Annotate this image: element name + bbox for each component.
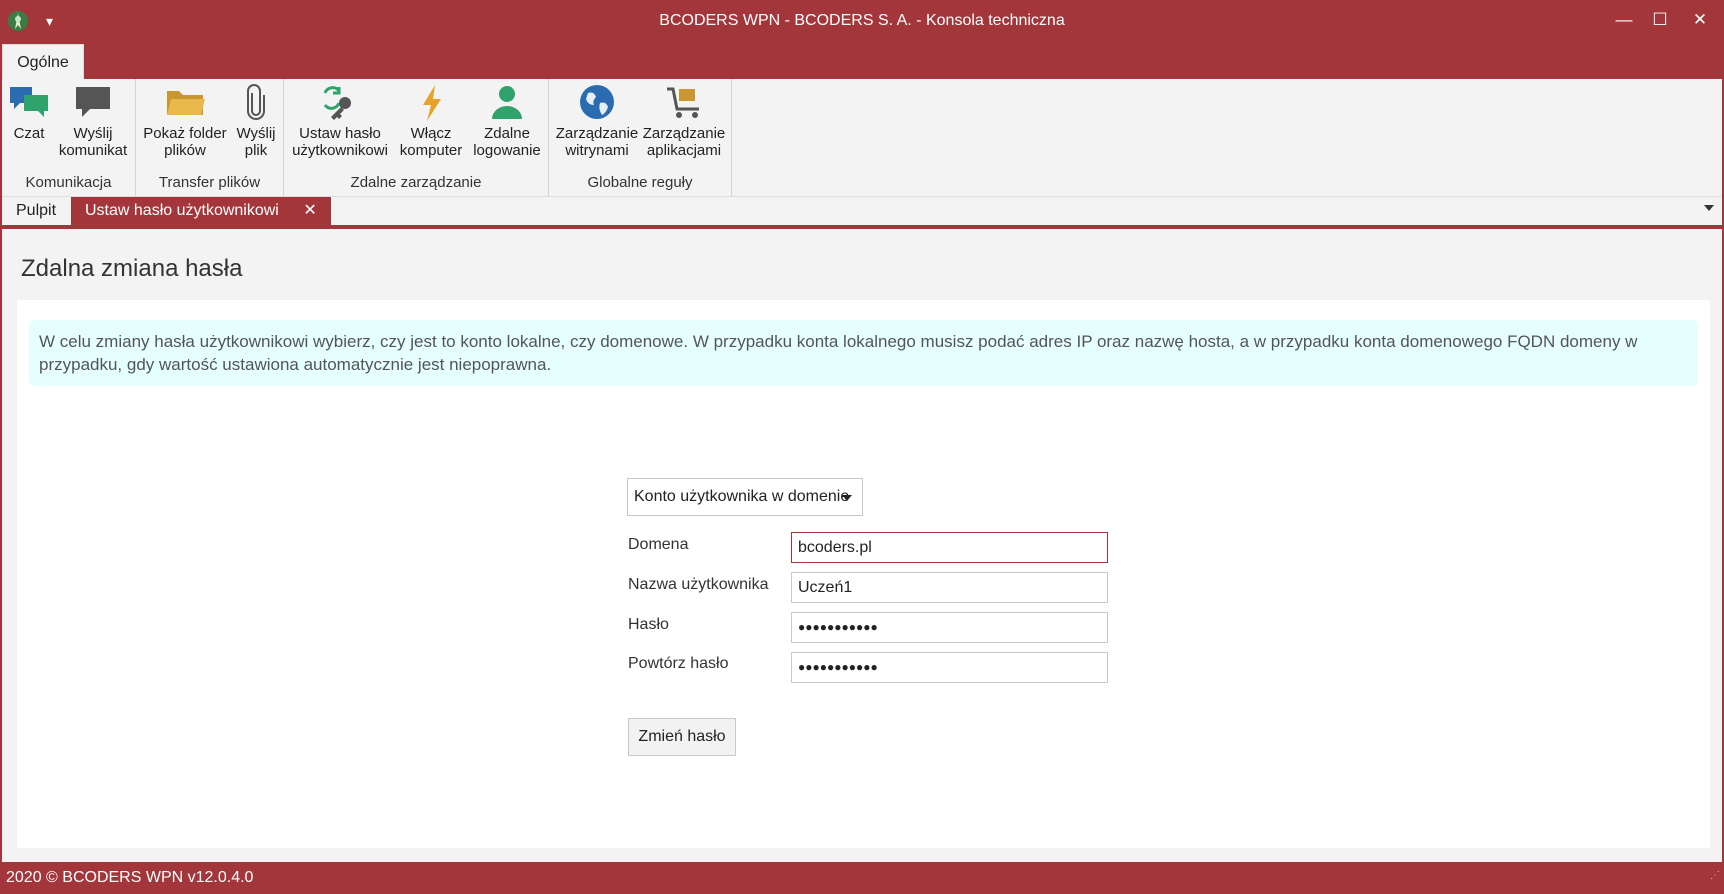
ribbon-group-globalne: Zarządzanie witrynami Zarządzanie aplika… — [549, 79, 732, 197]
account-type-select[interactable]: Konto użytkownika w domenie — [627, 478, 863, 516]
domain-input[interactable]: bcoders.pl — [791, 532, 1108, 563]
tab-pulpit[interactable]: Pulpit — [2, 197, 70, 225]
set-password-label-1: Ustaw hasło — [299, 125, 381, 142]
password-input[interactable]: ●●●●●●●●●●● — [791, 612, 1108, 643]
group-label-globalne: Globalne reguły — [587, 174, 693, 191]
tab-set-password[interactable]: Ustaw hasło użytkownikowi ✕ — [71, 197, 331, 225]
chevron-down-icon — [842, 495, 852, 501]
show-folder-label-2: plików — [164, 142, 206, 159]
group-label-komunikacja: Komunikacja — [25, 174, 112, 191]
ribbon-group-zdalne: Ustaw hasło użytkownikowi Włącz komputer… — [284, 79, 549, 197]
wake-computer-button[interactable]: Włącz komputer — [394, 83, 468, 159]
tabs-dropdown-icon[interactable] — [1704, 205, 1714, 211]
page-title: Zdalna zmiana hasła — [21, 255, 243, 282]
wake-computer-label-1: Włącz — [410, 125, 452, 142]
close-window-button[interactable]: ✕ — [1684, 6, 1716, 34]
close-tab-icon[interactable]: ✕ — [303, 202, 316, 219]
ribbon-group-komunikacja: Czat Wyślij komunikat Komunikacja — [2, 79, 136, 197]
ribbon: Czat Wyślij komunikat Komunikacja Pokaż … — [2, 79, 1722, 197]
minimize-button[interactable]: — — [1608, 6, 1640, 34]
paperclip-icon — [247, 84, 265, 120]
wake-computer-label-2: komputer — [399, 142, 463, 159]
manage-apps-label-1: Zarządzanie — [642, 125, 726, 142]
show-folder-button[interactable]: Pokaż folder plików — [142, 83, 228, 159]
manage-sites-button[interactable]: Zarządzanie witrynami — [555, 83, 639, 159]
lightning-icon — [423, 85, 441, 121]
show-folder-label-1: Pokaż folder — [143, 125, 227, 142]
tab-set-password-label: Ustaw hasło użytkownikowi — [85, 202, 279, 219]
status-bar: 2020 © BCODERS WPN v12.0.4.0 ⋰ — [0, 862, 1724, 894]
resize-grip-icon[interactable]: ⋰ — [1710, 860, 1720, 892]
chat-button[interactable]: Czat — [8, 83, 50, 142]
ribbon-tab-row: Ogólne — [0, 42, 1724, 79]
password-repeat-label: Powtórz hasło — [628, 655, 729, 672]
change-password-button[interactable]: Zmień hasło — [628, 718, 736, 756]
ribbon-tab-ogolne[interactable]: Ogólne — [2, 44, 84, 79]
set-password-label-2: użytkownikowi — [292, 142, 388, 159]
domain-label: Domena — [628, 536, 689, 553]
username-label: Nazwa użytkownika — [628, 576, 769, 593]
cart-icon — [667, 87, 699, 118]
title-bar: ▾ BCODERS WPN - BCODERS S. A. - Konsola … — [0, 0, 1724, 42]
ribbon-group-transfer: Pokaż folder plików Wyślij plik Transfer… — [136, 79, 284, 197]
send-file-label-2: plik — [244, 142, 268, 159]
folder-icon — [167, 91, 205, 115]
chat-label: Czat — [13, 125, 45, 142]
window-title: BCODERS WPN - BCODERS S. A. - Konsola te… — [659, 12, 1065, 29]
password-repeat-input[interactable]: ●●●●●●●●●●● — [791, 652, 1108, 683]
maximize-button[interactable]: ☐ — [1644, 6, 1676, 34]
status-text: 2020 © BCODERS WPN v12.0.4.0 — [6, 869, 254, 886]
manage-sites-label-1: Zarządzanie — [555, 125, 639, 142]
send-message-label-1: Wyślij — [73, 125, 113, 142]
username-input[interactable]: Uczeń1 — [791, 572, 1108, 603]
manage-apps-label-2: aplikacjami — [646, 142, 722, 159]
remote-login-label-1: Zdalne — [484, 125, 530, 142]
set-password-button[interactable]: Ustaw hasło użytkownikowi — [290, 83, 390, 159]
user-icon — [492, 86, 522, 119]
remote-login-button[interactable]: Zdalne logowanie — [470, 83, 544, 159]
chat-icon — [10, 87, 48, 117]
remote-login-label-2: logowanie — [473, 142, 541, 159]
manage-apps-button[interactable]: Zarządzanie aplikacjami — [641, 83, 727, 159]
form-panel: W celu zmiany hasła użytkownikowi wybier… — [17, 300, 1710, 848]
send-message-button[interactable]: Wyślij komunikat — [56, 83, 130, 159]
send-file-button[interactable]: Wyślij plik — [234, 83, 278, 159]
account-type-value: Konto użytkownika w domenie — [634, 488, 850, 505]
globe-icon — [580, 85, 614, 119]
message-icon — [76, 87, 110, 117]
info-box: W celu zmiany hasła użytkownikowi wybier… — [29, 320, 1698, 386]
send-file-label-1: Wyślij — [236, 125, 276, 142]
tab-pulpit-label: Pulpit — [16, 202, 57, 219]
manage-sites-label-2: witrynami — [565, 142, 629, 159]
group-label-transfer: Transfer plików — [158, 174, 261, 191]
key-refresh-icon — [323, 86, 351, 120]
document-tabs: Pulpit Ustaw hasło użytkownikowi ✕ — [2, 197, 1722, 227]
password-label: Hasło — [628, 616, 669, 633]
send-message-label-2: komunikat — [58, 142, 128, 159]
main-content: Zdalna zmiana hasła W celu zmiany hasła … — [2, 229, 1722, 862]
group-label-zdalne: Zdalne zarządzanie — [350, 174, 482, 191]
